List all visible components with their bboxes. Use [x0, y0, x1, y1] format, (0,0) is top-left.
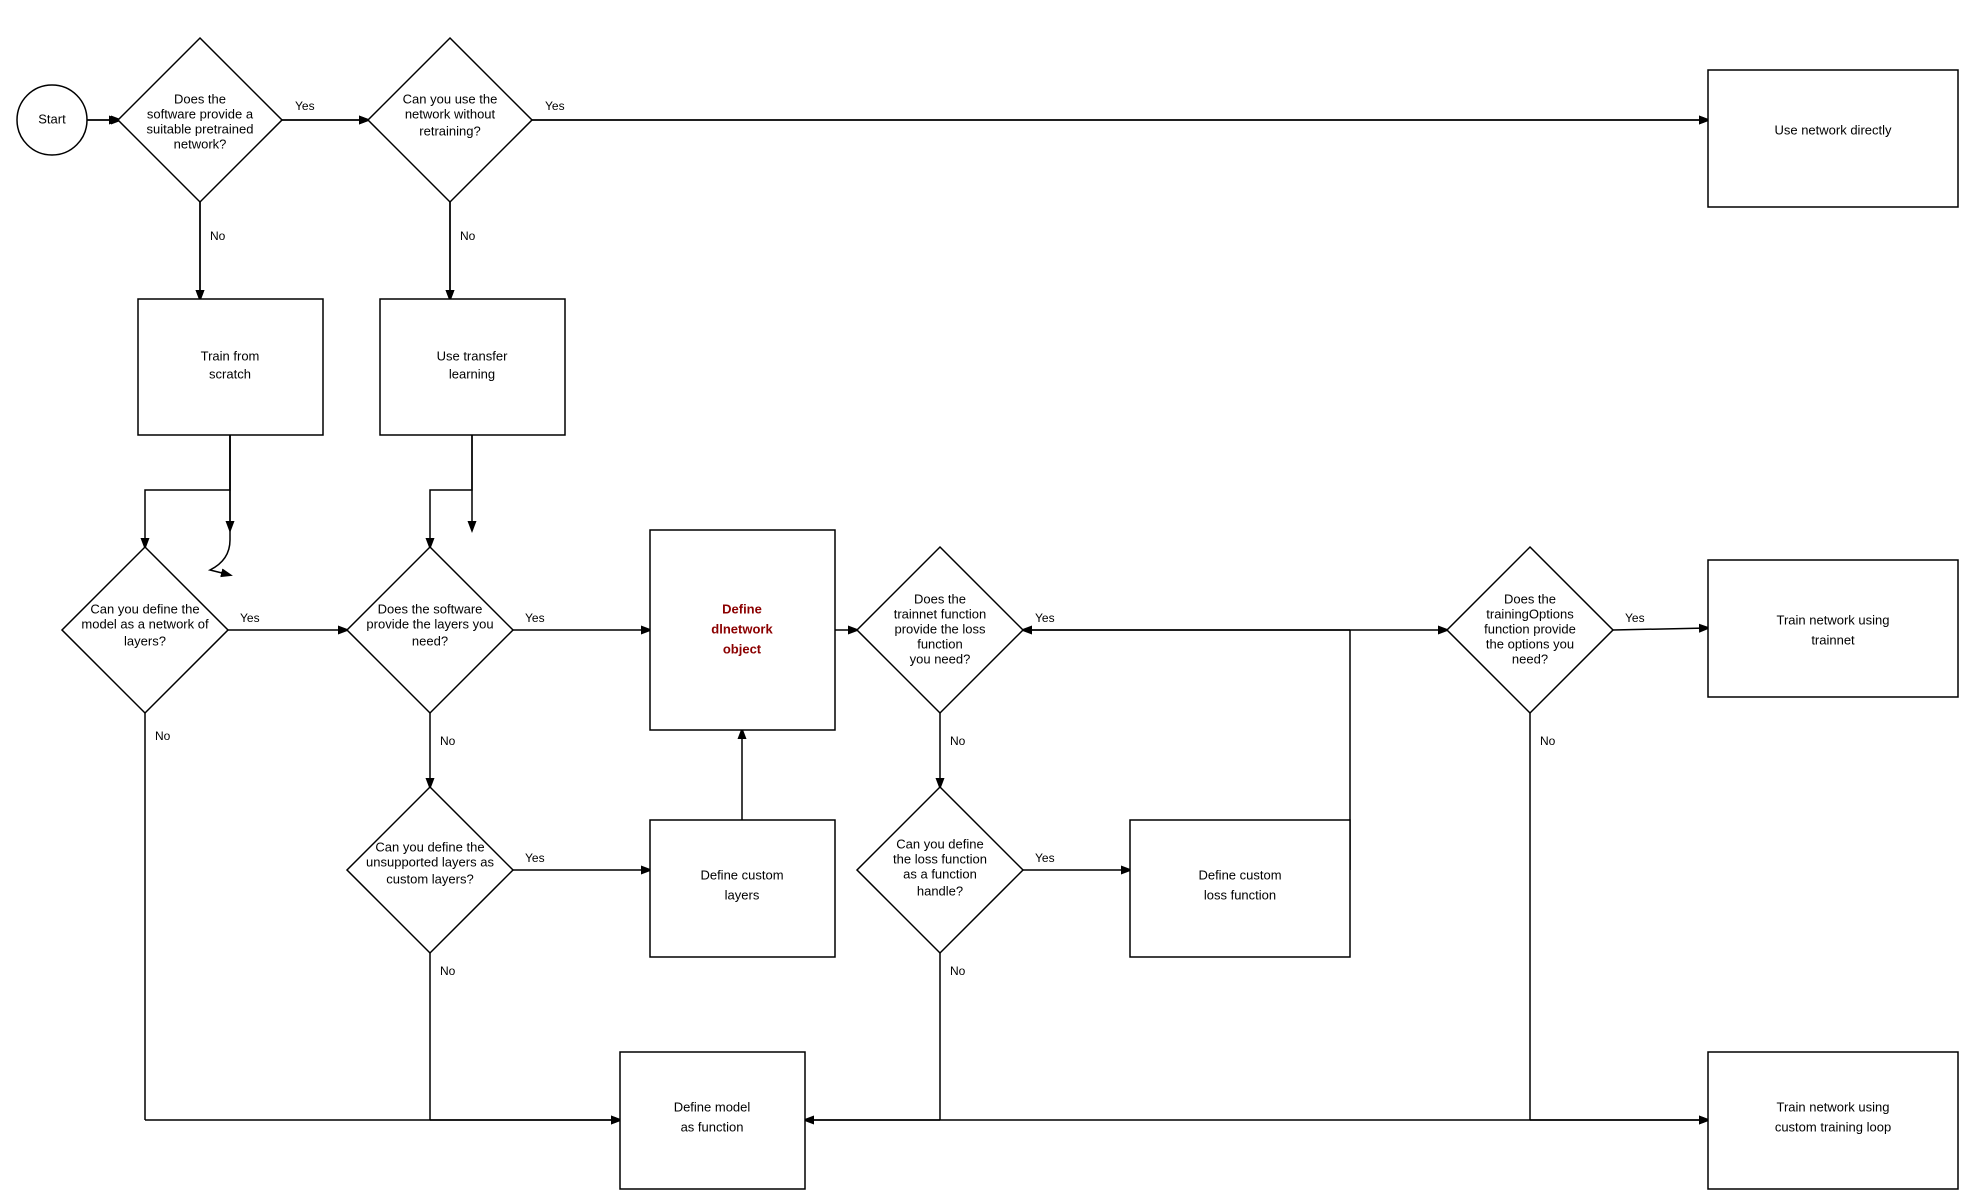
label-d2-no: No: [460, 229, 476, 243]
label-d8-no: No: [950, 964, 966, 978]
label-d7-yes: Yes: [525, 851, 545, 865]
d7-text-2: unsupported layers as: [366, 854, 494, 869]
d8-text-2: the loss function: [893, 851, 987, 866]
d6-text-3: function provide: [1484, 621, 1576, 636]
d8-text-4: handle?: [917, 883, 963, 898]
train-trainnet-box: [1708, 560, 1958, 697]
label-d3-yes: Yes: [240, 611, 260, 625]
start-label: Start: [38, 111, 66, 126]
d1-text-3: suitable pretrained: [147, 121, 254, 136]
d5-text-1: Does the: [914, 591, 966, 606]
d2-text-1: Can you use the: [403, 91, 498, 106]
d6-text-4: the options you: [1486, 636, 1574, 651]
custom-loss-label-2: loss function: [1204, 887, 1276, 902]
d2-text-3: retraining?: [419, 123, 480, 138]
custom-loop-label-2: custom training loop: [1775, 1119, 1891, 1134]
custom-loop-label-1: Train network using: [1777, 1099, 1890, 1114]
d5-text-3: provide the loss: [894, 621, 986, 636]
dlnetwork-label-1: Define: [722, 601, 762, 616]
d8-text-1: Can you define: [896, 836, 983, 851]
d1-text-4: network?: [174, 136, 227, 151]
d6-text-2: trainingOptions: [1486, 606, 1574, 621]
custom-loss-label-1: Define custom: [1198, 867, 1281, 882]
d7-text-3: custom layers?: [386, 871, 473, 886]
label-d3-no: No: [155, 729, 171, 743]
label-d2-yes: Yes: [545, 99, 565, 113]
use-network-box: [1708, 70, 1958, 207]
label-d1-no: No: [210, 229, 226, 243]
train-scratch-label-2: scratch: [209, 366, 251, 381]
d7-diamond: [347, 787, 513, 953]
dlnetwork-label-2: dlnetwork: [711, 621, 773, 636]
label-d6-yes: Yes: [1625, 611, 1645, 625]
d3-text-3: layers?: [124, 633, 166, 648]
custom-layers-label-1: Define custom: [700, 867, 783, 882]
flowchart-svg: Yes Yes No No Yes Yes Yes: [0, 0, 1974, 1193]
label-d1-yes: Yes: [295, 99, 315, 113]
d3-text-1: Can you define the: [90, 601, 199, 616]
label-d7-no: No: [440, 964, 456, 978]
d4-text-2: provide the layers you: [366, 616, 493, 631]
label-d5-yes: Yes: [1035, 611, 1055, 625]
train-trainnet-label-2: trainnet: [1811, 632, 1855, 647]
d5-text-5: you need?: [910, 651, 971, 666]
model-function-label-2: as function: [681, 1119, 744, 1134]
d1-text-2: software provide a: [147, 106, 254, 121]
d4-text-3: need?: [412, 633, 448, 648]
train-trainnet-label-1: Train network using: [1777, 612, 1890, 627]
label-d4-yes: Yes: [525, 611, 545, 625]
transfer-learning-label-1: Use transfer: [437, 348, 508, 363]
label-d8-yes: Yes: [1035, 851, 1055, 865]
d1-text-1: Does the: [174, 91, 226, 106]
transfer-learning-label-2: learning: [449, 366, 495, 381]
d6-text-1: Does the: [1504, 591, 1556, 606]
use-network-label-1: Use network directly: [1774, 122, 1892, 137]
d4-text-1: Does the software: [378, 601, 483, 616]
dlnetwork-label-3: object: [723, 641, 762, 656]
label-d5-no: No: [950, 734, 966, 748]
custom-layers-label-2: layers: [725, 887, 760, 902]
d5-text-4: function: [917, 636, 963, 651]
d7-text-1: Can you define the: [375, 839, 484, 854]
model-function-label-1: Define model: [674, 1099, 751, 1114]
d6-text-5: need?: [1512, 651, 1548, 666]
d5-text-2: trainnet function: [894, 606, 987, 621]
train-scratch-label-1: Train from: [201, 348, 260, 363]
label-d6-no: No: [1540, 734, 1556, 748]
d2-text-2: network without: [405, 106, 496, 121]
label-d4-no: No: [440, 734, 456, 748]
d3-text-2: model as a network of: [81, 616, 209, 631]
d8-text-3: as a function: [903, 866, 977, 881]
